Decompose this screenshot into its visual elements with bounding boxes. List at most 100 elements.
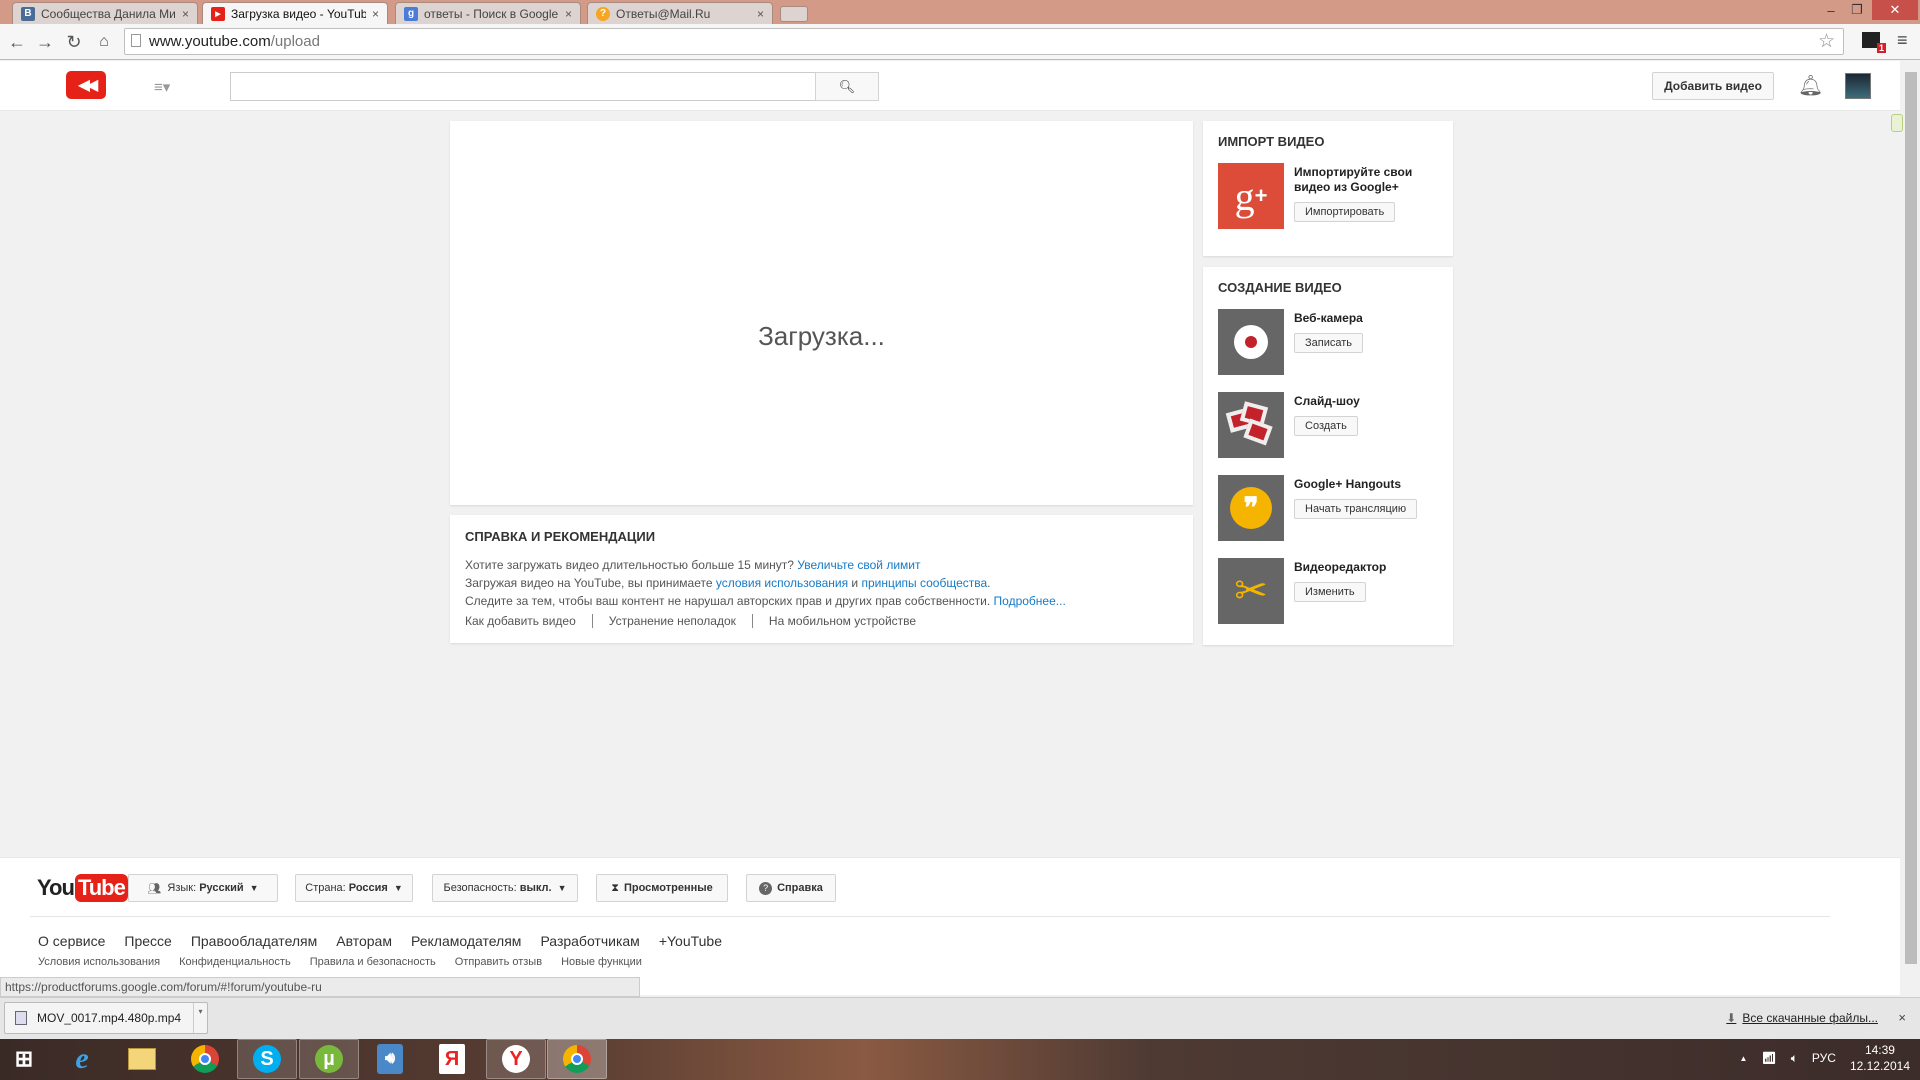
footer-link-about[interactable]: О сервисе bbox=[38, 933, 105, 949]
language-value: Русский bbox=[199, 882, 244, 894]
mobile-upload-link[interactable]: На мобильном устройстве bbox=[751, 614, 932, 628]
maximize-button[interactable]: ❐ bbox=[1844, 0, 1870, 20]
media-file-icon bbox=[15, 1011, 27, 1025]
tab-title: Загрузка видео - YouTub bbox=[231, 6, 366, 21]
avatar[interactable] bbox=[1845, 73, 1871, 99]
tab-vk-communities[interactable]: B Сообщества Данила Ми × bbox=[12, 2, 198, 24]
yandex-icon[interactable]: Я bbox=[434, 1041, 470, 1077]
address-bar[interactable]: www.youtube.com/upload ☆ bbox=[124, 28, 1844, 55]
back-icon[interactable]: ← bbox=[6, 32, 28, 52]
side-extension-tab[interactable] bbox=[1891, 114, 1903, 132]
tab-google-search[interactable]: g ответы - Поиск в Google × bbox=[395, 2, 581, 24]
forward-icon[interactable]: → bbox=[34, 32, 56, 52]
more-info-link[interactable]: Подробнее... bbox=[994, 594, 1066, 608]
search-input[interactable] bbox=[230, 72, 816, 101]
close-icon[interactable]: × bbox=[757, 7, 764, 21]
windows-start-icon[interactable]: ⊞ bbox=[6, 1041, 42, 1077]
footer-link-developers[interactable]: Разработчикам bbox=[540, 933, 639, 949]
footer-link-terms[interactable]: Условия использования bbox=[38, 956, 160, 968]
tab-youtube-upload[interactable]: ▶ Загрузка видео - YouTub × bbox=[202, 2, 388, 24]
extension-badge: 1 bbox=[1876, 43, 1886, 53]
help-text: Загружая видео на YouTube, вы принимаете bbox=[465, 576, 716, 590]
upload-area[interactable]: Загрузка... bbox=[450, 121, 1193, 505]
google-icon: g bbox=[404, 6, 418, 21]
help-text: и bbox=[848, 576, 862, 590]
history-button[interactable]: ⧗ Просмотренные bbox=[596, 874, 728, 902]
hangouts-label: Google+ Hangouts bbox=[1294, 477, 1402, 491]
home-icon[interactable]: ⌂ bbox=[93, 32, 115, 52]
country-dropdown[interactable]: Страна: Россия ▼ bbox=[295, 874, 413, 902]
footer-link-new-features[interactable]: Новые функции bbox=[561, 956, 642, 968]
browser-toolbar: ← → ↻ ⌂ www.youtube.com/upload ☆ 1 ≡ bbox=[0, 24, 1920, 60]
download-menu-icon[interactable]: ▾ bbox=[193, 1003, 207, 1033]
add-video-button[interactable]: Добавить видео bbox=[1652, 72, 1774, 100]
footer-link-privacy[interactable]: Конфиденциальность bbox=[179, 956, 291, 968]
troubleshooting-link[interactable]: Устранение неполадок bbox=[591, 614, 752, 628]
tab-title: ответы - Поиск в Google bbox=[424, 6, 559, 21]
close-window-button[interactable]: ✕ bbox=[1872, 0, 1918, 20]
record-button[interactable]: Записать bbox=[1294, 333, 1364, 353]
help-circle-icon: ? bbox=[759, 881, 773, 895]
bookmark-star-icon[interactable]: ☆ bbox=[1818, 30, 1835, 53]
close-icon[interactable]: × bbox=[182, 7, 189, 21]
utorrent-icon[interactable]: µ bbox=[299, 1039, 359, 1079]
create-item-webcam: Веб-камера Записать bbox=[1218, 309, 1438, 375]
country-label: Страна: bbox=[305, 882, 346, 894]
download-shelf: MOV_0017.mp4.480p.mp4 ▾ ⬇ Все скачанные ф… bbox=[0, 997, 1920, 1039]
footer-link-feedback[interactable]: Отправить отзыв bbox=[455, 956, 542, 968]
increase-limit-link[interactable]: Увеличьте свой лимит bbox=[797, 558, 920, 572]
audio-player-icon[interactable]: 🔊︎ bbox=[372, 1041, 408, 1077]
all-downloads-link[interactable]: ⬇ Все скачанные файлы... bbox=[1726, 1011, 1878, 1025]
footer-link-press[interactable]: Прессе bbox=[124, 933, 171, 949]
start-broadcast-button[interactable]: Начать трансляцию bbox=[1294, 499, 1418, 519]
close-download-shelf-icon[interactable]: × bbox=[1898, 1010, 1906, 1025]
help-button[interactable]: ? Справка bbox=[746, 874, 836, 902]
chevron-down-icon: ▼ bbox=[557, 883, 567, 893]
scrollbar-thumb[interactable] bbox=[1905, 72, 1917, 964]
chrome-active-icon[interactable] bbox=[547, 1039, 607, 1079]
close-icon[interactable]: × bbox=[565, 7, 572, 21]
yandex-browser-icon[interactable]: Y bbox=[486, 1039, 546, 1079]
skype-icon[interactable]: S bbox=[237, 1039, 297, 1079]
new-tab-button[interactable] bbox=[780, 6, 808, 22]
internet-explorer-icon[interactable]: e bbox=[64, 1041, 100, 1077]
tray-expand-icon[interactable]: ▲ bbox=[1740, 1054, 1748, 1063]
footer-link-advertise[interactable]: Рекламодателям bbox=[411, 933, 521, 949]
community-guidelines-link[interactable]: принципы сообщества bbox=[861, 576, 987, 590]
language-dropdown[interactable]: 👥︎ Язык: Русский ▼ bbox=[128, 874, 278, 902]
how-to-add-video-link[interactable]: Как добавить видео bbox=[465, 614, 592, 628]
download-arrow-icon: ⬇ bbox=[1726, 1011, 1737, 1025]
volume-icon[interactable]: 🔈︎ bbox=[1791, 1051, 1798, 1066]
windows-taskbar: ⊞ e S µ 🔊︎ Я Y ▲ 📶︎ 🔈︎ РУС 14:39 12.12.2… bbox=[0, 1039, 1920, 1080]
network-icon[interactable]: 📶︎ bbox=[1761, 1051, 1776, 1065]
file-explorer-icon[interactable] bbox=[124, 1041, 160, 1077]
terms-link[interactable]: условия использования bbox=[716, 576, 848, 590]
download-item[interactable]: MOV_0017.mp4.480p.mp4 ▾ bbox=[4, 1002, 208, 1034]
guide-menu-icon[interactable]: ≡▾ bbox=[154, 78, 170, 96]
import-button[interactable]: Импортировать bbox=[1294, 202, 1396, 222]
tab-mailru-answers[interactable]: ? Ответы@Mail.Ru × bbox=[587, 2, 773, 24]
footer-youtube-logo[interactable]: You Tube bbox=[37, 874, 128, 902]
close-icon[interactable]: × bbox=[372, 7, 379, 21]
search-icon: 🔍︎ bbox=[838, 78, 856, 94]
minimize-button[interactable]: – bbox=[1818, 0, 1844, 20]
footer-link-policy-safety[interactable]: Правила и безопасность bbox=[310, 956, 436, 968]
chrome-icon[interactable] bbox=[187, 1041, 223, 1077]
footer-link-plus-youtube[interactable]: +YouTube bbox=[659, 933, 722, 949]
footer-link-copyright[interactable]: Правообладателям bbox=[191, 933, 317, 949]
notifications-bell-icon[interactable]: 🔔︎ bbox=[1798, 73, 1823, 97]
help-line-3: Следите за тем, чтобы ваш контент не нар… bbox=[465, 592, 1178, 610]
safety-dropdown[interactable]: Безопасность: выкл. ▼ bbox=[432, 874, 578, 902]
extension-icon[interactable]: 1 bbox=[1862, 32, 1886, 53]
create-slideshow-button[interactable]: Создать bbox=[1294, 416, 1358, 436]
search-button[interactable]: 🔍︎ bbox=[815, 72, 879, 101]
input-language[interactable]: РУС bbox=[1812, 1051, 1836, 1065]
download-filename: MOV_0017.mp4.480p.mp4 bbox=[37, 1011, 182, 1025]
edit-button[interactable]: Изменить bbox=[1294, 582, 1366, 602]
youtube-logo[interactable]: ◀◀ bbox=[66, 71, 106, 99]
reload-icon[interactable]: ↻ bbox=[63, 32, 85, 52]
footer-link-creators[interactable]: Авторам bbox=[336, 933, 392, 949]
chrome-menu-icon[interactable]: ≡ bbox=[1897, 30, 1908, 51]
footer-primary-links: О сервисе Прессе Правообладателям Автора… bbox=[38, 933, 722, 949]
clock[interactable]: 14:39 12.12.2014 bbox=[1850, 1042, 1910, 1074]
